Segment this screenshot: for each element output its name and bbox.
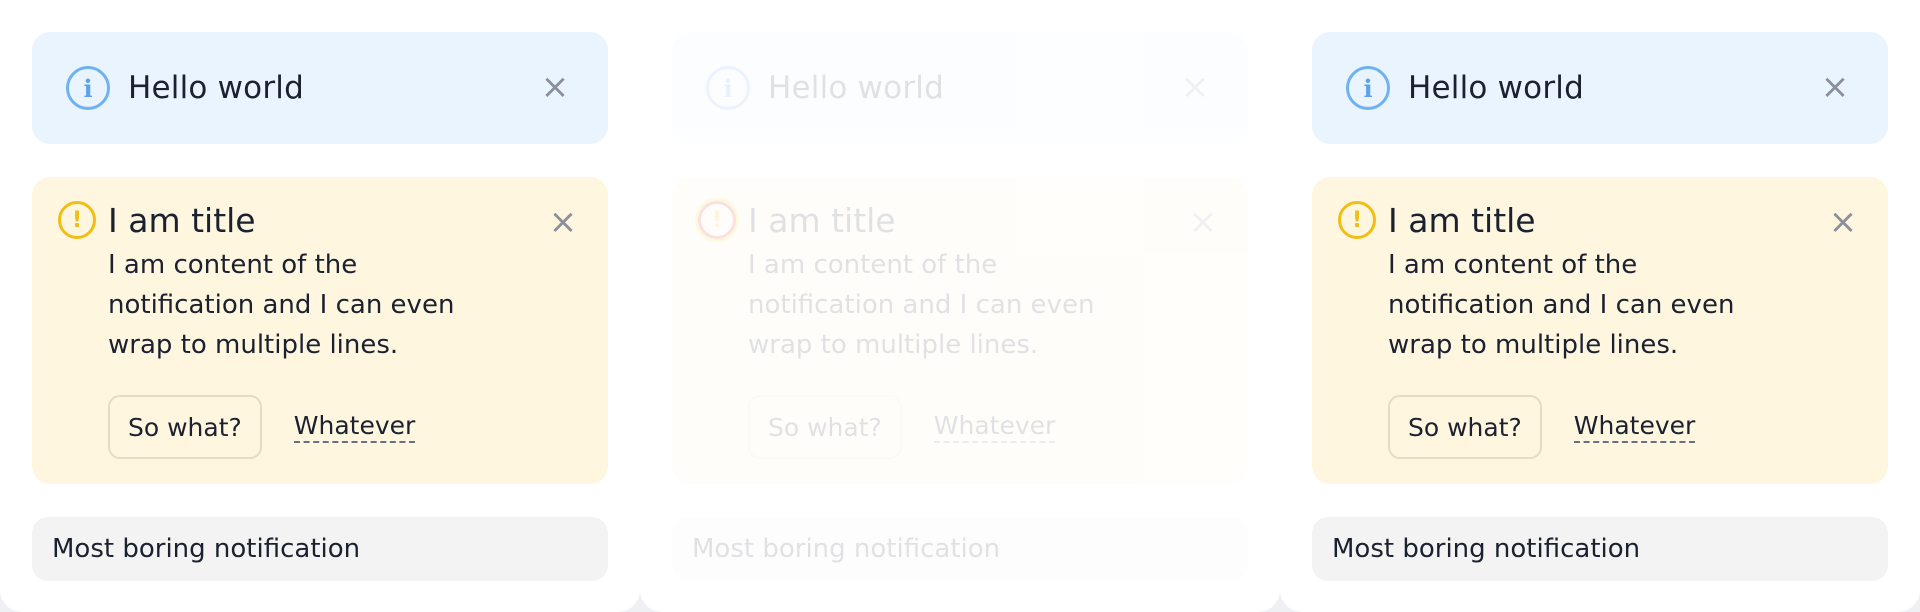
- notification-panel-3: i Hello world × ! I am title I am conten…: [1280, 0, 1920, 612]
- warning-notification-content: I am content of the notification and I c…: [108, 250, 455, 360]
- info-notification: i Hello world ×: [1312, 32, 1888, 144]
- warning-icon: !: [58, 201, 96, 239]
- so-what-button[interactable]: So what?: [108, 395, 262, 459]
- close-icon[interactable]: ×: [548, 205, 578, 239]
- warning-icon: !: [1338, 201, 1376, 239]
- close-icon[interactable]: ×: [1188, 205, 1218, 239]
- info-icon: i: [706, 66, 750, 110]
- info-notification: i Hello world ×: [672, 32, 1248, 144]
- info-notification-title: Hello world: [1408, 70, 1584, 106]
- info-icon: i: [1346, 66, 1390, 110]
- notification-columns: i Hello world × ! I am title I am conten…: [0, 0, 1920, 612]
- info-notification-title: Hello world: [128, 70, 304, 106]
- warning-icon: !: [698, 201, 736, 239]
- neutral-notification-text: Most boring notification: [692, 534, 1001, 564]
- close-icon[interactable]: ×: [1180, 70, 1210, 104]
- neutral-notification-text: Most boring notification: [52, 534, 361, 564]
- notification-panel-1: i Hello world × ! I am title I am conten…: [0, 0, 640, 612]
- close-icon[interactable]: ×: [540, 70, 570, 104]
- neutral-notification: Most boring notification: [1312, 517, 1888, 581]
- warning-notification-title: I am title: [108, 201, 256, 240]
- info-notification: i Hello world ×: [32, 32, 608, 144]
- info-notification-title: Hello world: [768, 70, 944, 106]
- warning-notification-content: I am content of the notification and I c…: [748, 250, 1095, 360]
- info-icon: i: [66, 66, 110, 110]
- warning-notification: ! I am title I am content of the notific…: [32, 177, 608, 484]
- notification-panel-2: i Hello world × ! I am title I am conten…: [640, 0, 1280, 612]
- whatever-link[interactable]: Whatever: [293, 411, 416, 443]
- close-icon[interactable]: ×: [1828, 205, 1858, 239]
- neutral-notification-text: Most boring notification: [1332, 534, 1641, 564]
- neutral-notification: Most boring notification: [672, 517, 1248, 581]
- warning-notification: ! I am title I am content of the notific…: [672, 177, 1248, 484]
- warning-notification: ! I am title I am content of the notific…: [1312, 177, 1888, 484]
- warning-notification-title: I am title: [748, 201, 896, 240]
- whatever-link[interactable]: Whatever: [933, 411, 1056, 443]
- so-what-button[interactable]: So what?: [1388, 395, 1542, 459]
- so-what-button[interactable]: So what?: [748, 395, 902, 459]
- whatever-link[interactable]: Whatever: [1573, 411, 1696, 443]
- close-icon[interactable]: ×: [1820, 70, 1850, 104]
- warning-notification-title: I am title: [1388, 201, 1536, 240]
- warning-notification-content: I am content of the notification and I c…: [1388, 250, 1735, 360]
- neutral-notification: Most boring notification: [32, 517, 608, 581]
